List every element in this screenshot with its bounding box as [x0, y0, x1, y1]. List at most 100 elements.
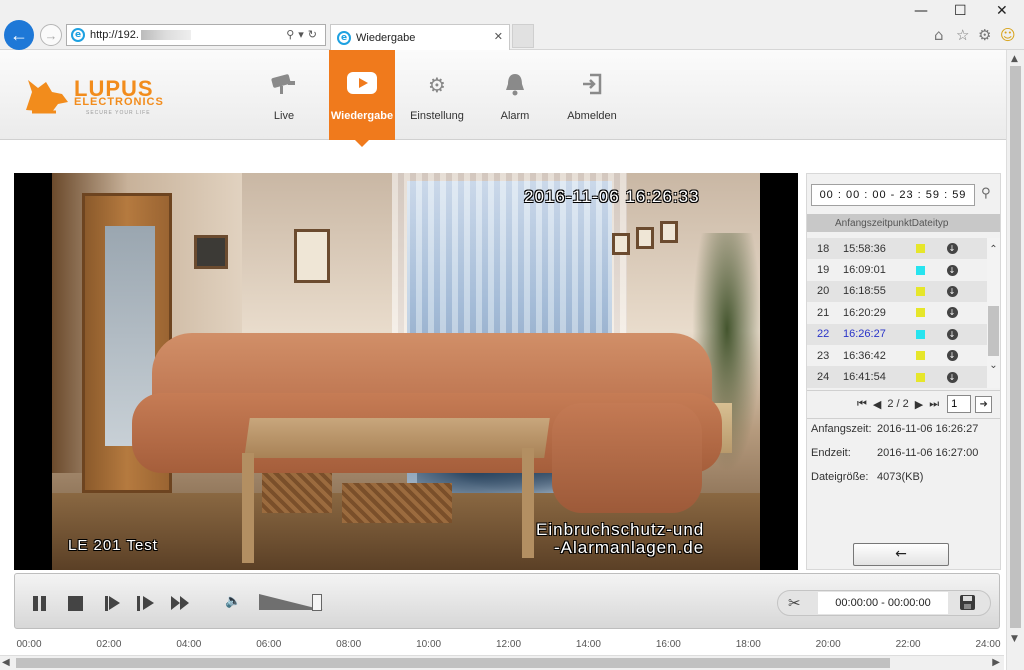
play-icon	[347, 72, 377, 94]
new-tab-button[interactable]	[512, 24, 534, 48]
app-header: LUPUS ELECTRONICS SECURE YOUR LIFE Live …	[0, 50, 1024, 147]
file-time: 16:20:29	[843, 306, 886, 319]
chevron-up-icon[interactable]: ▲	[1011, 54, 1018, 64]
nav-item-wiedergabe[interactable]: Wiedergabe	[329, 50, 395, 140]
nav-label: Alarm	[500, 110, 530, 122]
url-text[interactable]: http://192.	[90, 29, 139, 41]
fast-forward-icon[interactable]	[169, 592, 191, 614]
step-forward-icon[interactable]	[135, 592, 157, 614]
tab-wiedergabe[interactable]: e Wiedergabe ✕	[330, 24, 510, 50]
file-time: 15:58:36	[843, 242, 886, 255]
chevron-left-icon[interactable]: ◀	[2, 657, 10, 668]
star-icon[interactable]: ☆	[956, 26, 969, 44]
scroll-thumb[interactable]	[16, 658, 890, 668]
timeline-tick: 02:00	[96, 639, 122, 650]
info-end: Endzeit: 2016-11-06 16:27:00	[811, 447, 978, 459]
stop-icon[interactable]	[65, 592, 87, 614]
home-icon[interactable]: ⌂	[934, 26, 944, 44]
back-button[interactable]: ←	[853, 543, 949, 566]
nav-item-alarm[interactable]: Alarm	[482, 50, 548, 140]
pause-icon[interactable]	[29, 592, 51, 614]
dropdown-icon[interactable]: ▾	[298, 29, 308, 41]
file-row[interactable]: 20 16:18:55 ↓	[807, 280, 987, 303]
timeline-tick: 04:00	[176, 639, 202, 650]
chevron-down-icon[interactable]: ▼	[1011, 634, 1018, 644]
download-icon[interactable]: ↓	[937, 307, 967, 319]
download-icon[interactable]: ↓	[937, 264, 967, 276]
scroll-thumb[interactable]	[988, 306, 999, 356]
file-row[interactable]: 21 16:20:29 ↓	[807, 302, 987, 323]
chevron-right-icon[interactable]: ▶	[992, 657, 1000, 668]
smiley-icon[interactable]: ☺	[1000, 26, 1016, 44]
file-row[interactable]: 18 15:58:36 ↓	[807, 238, 987, 260]
file-row[interactable]: 24 16:41:54 ↓	[807, 366, 987, 388]
download-icon[interactable]: ↓	[937, 328, 967, 340]
vertical-scrollbar[interactable]: ▲ ▼	[1006, 50, 1024, 670]
nav-item-einstellung[interactable]: ⚙ Einstellung	[404, 50, 470, 140]
timeline-tick: 00:00	[16, 639, 42, 650]
nav-item-abmelden[interactable]: Abmelden	[559, 50, 625, 140]
file-list-header: Anfangszeitpunkt Dateityp	[807, 214, 1000, 232]
file-number: 19	[817, 264, 830, 277]
scroll-thumb[interactable]	[1010, 66, 1021, 628]
timeline-tick: 08:00	[336, 639, 362, 650]
address-actions[interactable]: ⚲▾↻	[286, 28, 321, 41]
file-number: 23	[817, 349, 830, 362]
chevron-up-icon[interactable]: ⌃	[987, 244, 1000, 255]
last-page-icon[interactable]: ⏭	[929, 397, 939, 411]
page-info: 2 / 2	[887, 398, 909, 410]
download-icon[interactable]: ↓	[937, 371, 967, 383]
page-number-input[interactable]	[947, 395, 972, 413]
file-number: 20	[817, 285, 830, 298]
nav-label: Wiedergabe	[330, 110, 394, 122]
time-range-input[interactable]: 00 : 00 : 00 - 23 : 59 : 59	[811, 184, 975, 206]
file-row[interactable]: 23 16:36:42 ↓	[807, 345, 987, 366]
search-icon[interactable]: ⚲	[981, 186, 991, 201]
go-page-icon[interactable]: ➜	[975, 395, 993, 413]
prev-page-icon[interactable]: ◀	[873, 398, 881, 411]
file-type-indicator	[903, 329, 937, 339]
save-icon[interactable]	[960, 595, 975, 610]
volume-knob[interactable]	[311, 594, 322, 611]
ie-icon: e	[71, 28, 85, 42]
play-icon[interactable]	[101, 592, 123, 614]
column-start-time: Anfangszeitpunkt	[835, 217, 912, 229]
file-type-indicator	[903, 351, 937, 361]
download-icon[interactable]: ↓	[937, 350, 967, 362]
first-page-icon[interactable]: ⏮	[857, 397, 867, 411]
camera-icon	[269, 72, 299, 98]
gear-icon[interactable]: ⚙	[978, 26, 991, 44]
active-tab-pointer	[354, 139, 370, 147]
file-number: 24	[817, 371, 830, 384]
close-window-icon[interactable]: ✕	[996, 3, 1008, 19]
file-time: 16:41:54	[843, 371, 886, 384]
next-page-icon[interactable]: ▶	[915, 398, 923, 411]
volume-icon[interactable]: 🔈	[225, 594, 241, 609]
chevron-down-icon[interactable]: ⌄	[987, 360, 1000, 371]
search-icon[interactable]: ⚲	[286, 29, 298, 41]
timeline-tick: 22:00	[895, 639, 921, 650]
volume-slider[interactable]	[259, 592, 323, 612]
download-icon[interactable]: ↓	[937, 243, 967, 255]
address-bar[interactable]: e http://192. ⚲▾↻	[66, 24, 326, 46]
forward-arrow-icon[interactable]: →	[40, 24, 62, 46]
file-list-scrollbar[interactable]: ⌃ ⌄	[987, 238, 1000, 388]
file-row[interactable]: 22 16:26:27 ↓	[807, 323, 987, 345]
scissors-icon[interactable]: ✂	[788, 594, 801, 612]
back-arrow-icon[interactable]: ←	[4, 20, 34, 50]
horizontal-scrollbar[interactable]: ◀ ▶	[0, 655, 1004, 670]
maximize-icon[interactable]: ☐	[954, 3, 967, 19]
close-icon[interactable]: ✕	[494, 30, 503, 43]
minimize-icon[interactable]: —	[914, 3, 928, 19]
lupus-logo: LUPUS ELECTRONICS SECURE YOUR LIFE	[22, 72, 182, 116]
download-icon[interactable]: ↓	[937, 285, 967, 297]
refresh-icon[interactable]: ↻	[308, 29, 321, 41]
nav-item-live[interactable]: Live	[251, 50, 317, 140]
file-type-indicator	[903, 265, 937, 275]
watermark-line-1: Einbruchschutz-und	[536, 520, 705, 539]
timeline-tick: 18:00	[735, 639, 761, 650]
video-player[interactable]: 2016-11-06 16:26:33 LE 201 Test Einbruch…	[14, 173, 798, 570]
playback-controls: 🔈 ✂ 00:00:00 - 00:00:00	[14, 573, 1000, 629]
timeline[interactable]: 00:00 02:00 04:00 06:00 08:00 10:00 12:00 14:00…	[0, 636, 1024, 654]
file-row[interactable]: 19 16:09:01 ↓	[807, 259, 987, 280]
